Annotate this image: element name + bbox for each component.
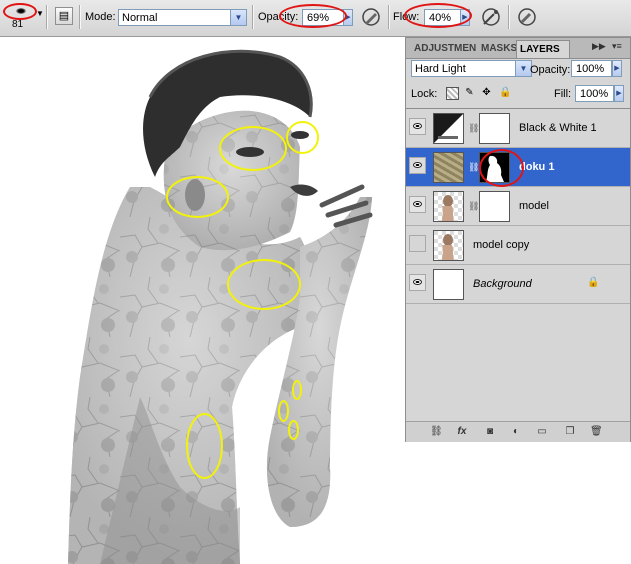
annotation-yellow-neck	[227, 259, 301, 310]
lock-position-icon[interactable]: ✥	[481, 87, 492, 98]
mode-value: Normal	[122, 12, 158, 24]
layer-opacity-field[interactable]: 100%	[571, 60, 612, 77]
layer-opacity-arrow-icon[interactable]: ▶	[612, 60, 622, 77]
blend-mode-select[interactable]: Hard Light ▼	[411, 60, 532, 77]
divider	[252, 5, 254, 29]
new-layer-icon[interactable]: ❐	[564, 426, 576, 438]
lock-icon: 🔒	[587, 277, 600, 288]
panel-menu-icon[interactable]: ▾≡	[612, 41, 622, 52]
layers-list: ⛓ Black & White 1 ⛓ doku 1 ⛓ model model…	[406, 108, 630, 304]
blend-mode-value: Hard Light	[415, 63, 466, 75]
mode-label: Mode:	[85, 11, 116, 23]
lock-image-brush-icon[interactable]: ✎	[464, 87, 475, 98]
annotation-red-flow	[404, 3, 472, 28]
texture-thumbnail	[433, 152, 464, 183]
layer-row[interactable]: model copy	[406, 226, 630, 265]
divider	[79, 5, 81, 29]
annotation-red-opacity	[279, 4, 347, 28]
tab-adjustments[interactable]: ADJUSTMEN	[411, 40, 485, 57]
model-photo	[68, 49, 373, 564]
annotation-yellow-ear	[166, 176, 229, 218]
lock-row: Lock: ✎ ✥ 🔒 Fill: 100% ▶	[406, 84, 630, 104]
annotation-yellow-spot	[288, 420, 299, 440]
fill-value: 100%	[580, 88, 609, 100]
eye-icon[interactable]	[409, 196, 426, 213]
tablet-size-icon[interactable]	[516, 6, 538, 28]
link-icon[interactable]: ⛓	[468, 162, 479, 173]
fill-arrow-icon[interactable]: ▶	[614, 85, 624, 102]
chevron-down-icon: ▼	[36, 9, 44, 18]
link-icon[interactable]: ⛓	[468, 201, 479, 212]
link-icon[interactable]: ⛓	[430, 426, 443, 438]
brush-size: 81	[12, 19, 24, 30]
visibility-toggle-off[interactable]	[409, 235, 426, 252]
lock-transparency-icon[interactable]	[446, 87, 459, 100]
layer-row-selected[interactable]: ⛓ doku 1	[406, 148, 630, 187]
chevron-down-icon[interactable]: ▼	[515, 61, 531, 76]
annotation-yellow-eye	[219, 126, 287, 171]
mode-select[interactable]: Normal ▼	[118, 9, 247, 26]
annotation-yellow-armpit	[186, 413, 223, 479]
tablet-pressure-icon[interactable]	[360, 6, 382, 28]
divider	[508, 5, 510, 29]
layer-row[interactable]: ⛓ Black & White 1	[406, 109, 630, 148]
adjustment-layer-thumbnail	[433, 113, 464, 144]
layer-opacity-label: Opacity:	[530, 64, 571, 76]
layer-row[interactable]: ⛓ model	[406, 187, 630, 226]
airbrush-icon[interactable]	[480, 6, 502, 28]
annotation-red-brush	[3, 3, 37, 20]
layer-name: Background	[473, 278, 532, 290]
options-bar: 81 ▼ ▤ Mode: Normal ▼ Opacity: 69% ▶ Flo…	[0, 0, 631, 37]
mask-thumbnail	[479, 191, 510, 222]
annotation-yellow-eye-right	[286, 121, 319, 154]
tab-layers[interactable]: LAYERS	[516, 40, 570, 58]
fill-label: Fill:	[554, 88, 572, 100]
mask-thumbnail	[479, 113, 510, 144]
document-canvas[interactable]	[0, 37, 408, 564]
eye-icon[interactable]	[409, 118, 426, 135]
fill-field[interactable]: 100%	[575, 85, 614, 102]
divider	[388, 5, 390, 29]
layer-name: model copy	[473, 239, 530, 251]
layer-opacity-value: 100%	[576, 63, 605, 75]
layer-name: model	[519, 200, 549, 212]
divider	[46, 5, 48, 29]
layer-row[interactable]: Background 🔒	[406, 265, 630, 304]
model-thumbnail	[433, 191, 464, 222]
tab-masks[interactable]: MASKS	[478, 40, 520, 57]
eye-icon[interactable]	[409, 157, 426, 174]
panel-footer: ⛓ fx ◙ ◐ ▭ ❐ 🗑	[406, 421, 630, 442]
annotation-yellow-spot	[278, 400, 289, 422]
fx-icon[interactable]: fx	[456, 426, 468, 438]
collapse-panel-icon[interactable]: ▶▶	[592, 41, 606, 52]
brush-panel-toggle-icon[interactable]: ▤	[55, 7, 73, 25]
background-thumbnail	[433, 269, 464, 300]
annotation-red-mask	[479, 149, 524, 187]
layers-panel: ADJUSTMEN MASKS LAYERS ▶▶ ▾≡ Hard Light …	[405, 37, 631, 442]
layer-name: doku 1	[519, 161, 555, 173]
layer-name: Black & White 1	[519, 122, 597, 134]
eye-icon[interactable]	[409, 274, 426, 291]
adjustment-icon[interactable]: ◐	[510, 426, 522, 438]
lock-label: Lock:	[411, 88, 438, 100]
folder-icon[interactable]: ▭	[536, 426, 548, 438]
lock-all-icon[interactable]: 🔒	[499, 87, 511, 98]
chevron-down-icon[interactable]: ▼	[230, 10, 246, 25]
annotation-yellow-spot	[292, 380, 302, 400]
mask-icon[interactable]: ◙	[484, 426, 496, 438]
trash-icon[interactable]: 🗑	[590, 426, 603, 438]
panel-tabs: ADJUSTMEN MASKS LAYERS ▶▶ ▾≡	[406, 38, 630, 59]
model-copy-thumbnail	[433, 230, 464, 261]
link-icon[interactable]: ⛓	[468, 123, 479, 134]
